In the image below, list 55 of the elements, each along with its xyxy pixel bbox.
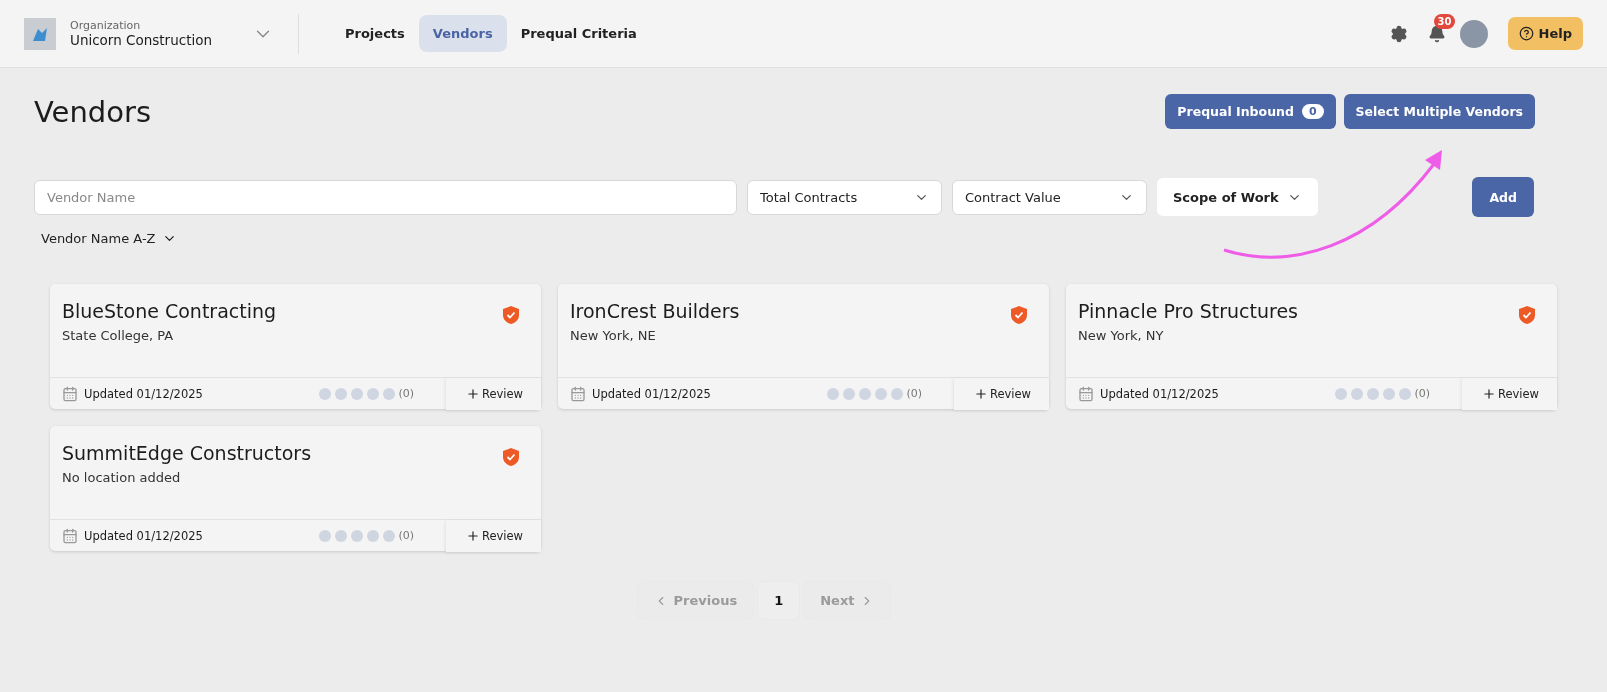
review-count: (0)	[906, 387, 922, 400]
nav-tab[interactable]: Prequal Criteria	[506, 15, 651, 52]
vendor-location: State College, PA	[62, 328, 175, 343]
updated-date: Updated 01/12/2025	[84, 386, 203, 401]
vendor-name: SummitEdge Constructors	[62, 442, 312, 464]
review-count: (0)	[398, 529, 414, 542]
plus-icon	[973, 386, 988, 401]
action-button[interactable]: Select Multiple Vendors	[1343, 94, 1535, 129]
filter-dropdown[interactable]: Contract Value	[952, 179, 1147, 215]
user-avatar[interactable]	[1459, 19, 1488, 48]
filter-dropdown[interactable]: Scope of Work	[1157, 178, 1318, 216]
count-badge: 0	[1301, 104, 1324, 119]
review-button[interactable]: Review	[1461, 377, 1557, 410]
review-count: (0)	[398, 387, 414, 400]
vendor-name: Pinnacle Pro Structures	[1078, 300, 1298, 322]
vendor-location: New York, NE	[570, 328, 657, 343]
vendor-card[interactable]: BlueStone Contracting State College, PA Updated 01/12/2025 (0) Review	[50, 284, 541, 409]
vendor-card[interactable]: IronCrest Builders New York, NE Updated 01/12/2025 (0) Review	[558, 284, 1049, 409]
vendor-card[interactable]: SummitEdge Constructors No location added Updated 01/12/2025 (0) Review	[50, 426, 541, 551]
vendor-name: IronCrest Builders	[570, 300, 740, 322]
add-button[interactable]: Add	[1472, 177, 1534, 217]
plus-icon	[465, 386, 480, 401]
nav-tab[interactable]: Projects	[331, 15, 419, 52]
action-button[interactable]: Prequal Inbound 0	[1165, 94, 1336, 129]
organization-name: Unicorn Construction	[70, 32, 212, 48]
notification-badge: 30	[1433, 13, 1456, 29]
review-count: (0)	[1414, 387, 1430, 400]
vendor-location: No location added	[62, 470, 182, 485]
review-button[interactable]: Review	[445, 519, 541, 552]
calendar-icon	[570, 385, 586, 402]
page-title: Vendors	[34, 94, 151, 129]
updated-date: Updated 01/12/2025	[592, 386, 711, 401]
vendor-card[interactable]: Pinnacle Pro Structures New York, NY Updated 01/12/2025 (0) Review	[1066, 284, 1557, 409]
organization-logo	[24, 17, 56, 50]
organization-label: Organization	[70, 19, 142, 32]
calendar-icon	[62, 527, 78, 544]
updated-date: Updated 01/12/2025	[1100, 386, 1219, 401]
vendor-name: BlueStone Contracting	[62, 300, 277, 322]
calendar-icon	[1078, 385, 1094, 402]
plus-icon	[1481, 386, 1496, 401]
review-button[interactable]: Review	[953, 377, 1049, 410]
help-button[interactable]: Help	[1507, 17, 1583, 50]
search-field[interactable]: Vendor Name	[34, 179, 737, 215]
vendor-location: New York, NY	[1078, 328, 1165, 343]
page-number[interactable]: 1	[758, 582, 800, 619]
bell-icon[interactable]	[1427, 24, 1446, 43]
help-icon	[1518, 26, 1534, 41]
updated-date: Updated 01/12/2025	[84, 528, 203, 543]
plus-icon	[465, 528, 480, 543]
sort-dropdown[interactable]: Vendor Name A-Z	[41, 231, 177, 246]
review-button[interactable]: Review	[445, 377, 541, 410]
calendar-icon	[62, 385, 78, 402]
nav-tab[interactable]: Vendors	[418, 15, 507, 52]
filter-dropdown[interactable]: Total Contracts	[747, 179, 942, 215]
settings-icon[interactable]	[1389, 24, 1408, 43]
